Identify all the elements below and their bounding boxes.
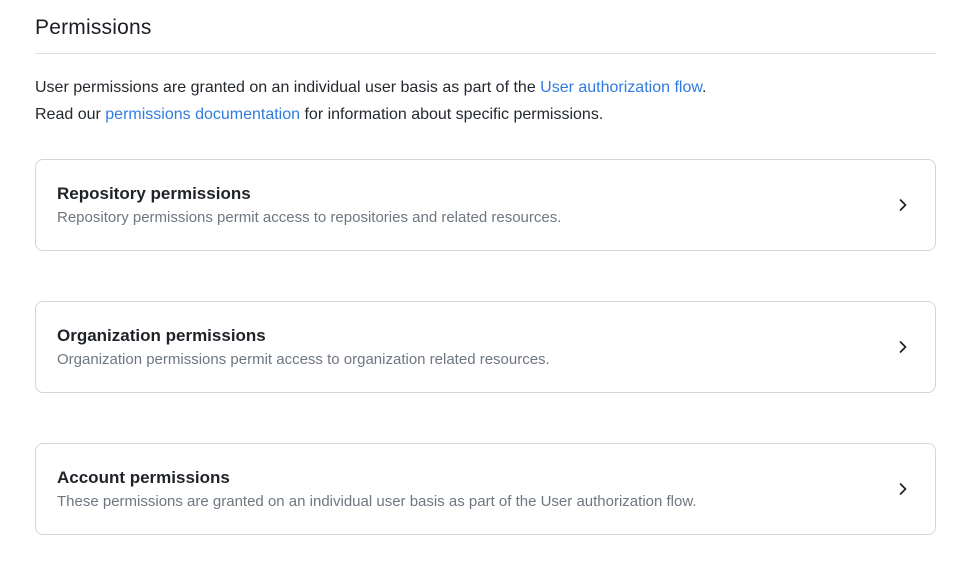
card-description: Organization permissions permit access t… [57, 351, 550, 368]
intro-line2-text: Read our [35, 106, 105, 123]
chevron-right-icon [895, 481, 911, 497]
card-text-block: Account permissions These permissions ar… [57, 468, 697, 510]
organization-permissions-card[interactable]: Organization permissions Organization pe… [35, 301, 936, 393]
intro-line2-rest: for information about specific permissio… [300, 106, 603, 123]
card-title: Account permissions [57, 468, 697, 488]
card-text-block: Repository permissions Repository permis… [57, 184, 561, 226]
intro-paragraph: User permissions are granted on an indiv… [35, 74, 936, 128]
account-permissions-card[interactable]: Account permissions These permissions ar… [35, 443, 936, 535]
card-text-block: Organization permissions Organization pe… [57, 326, 550, 368]
chevron-right-icon [895, 197, 911, 213]
user-authorization-flow-link[interactable]: User authorization flow [540, 79, 702, 96]
title-divider [35, 53, 936, 54]
card-description: These permissions are granted on an indi… [57, 493, 697, 510]
intro-line1-period: . [702, 79, 706, 96]
card-title: Organization permissions [57, 326, 550, 346]
page-title: Permissions [35, 0, 936, 40]
intro-line1-text: User permissions are granted on an indiv… [35, 79, 540, 96]
permission-cards-list: Repository permissions Repository permis… [35, 159, 936, 535]
chevron-right-icon [895, 339, 911, 355]
card-description: Repository permissions permit access to … [57, 209, 561, 226]
card-title: Repository permissions [57, 184, 561, 204]
permissions-documentation-link[interactable]: permissions documentation [105, 106, 300, 123]
permissions-page: Permissions User permissions are granted… [0, 0, 975, 566]
repository-permissions-card[interactable]: Repository permissions Repository permis… [35, 159, 936, 251]
